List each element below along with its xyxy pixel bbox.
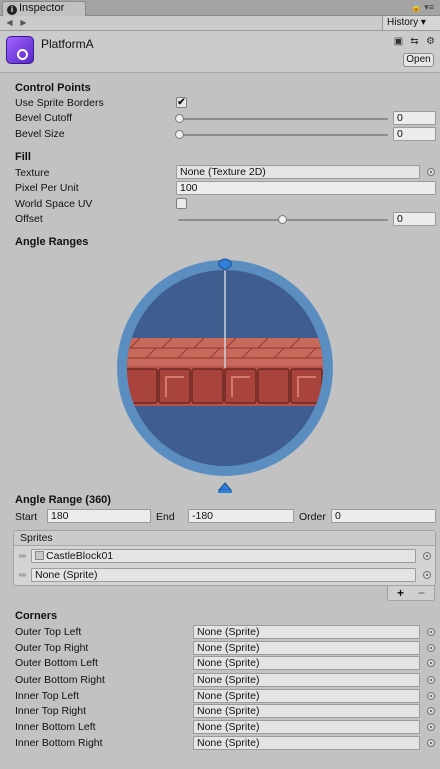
open-button[interactable]: Open bbox=[403, 53, 434, 67]
corner-object-field[interactable]: None (Sprite) bbox=[193, 656, 420, 670]
help-book-icon[interactable]: ▣ bbox=[393, 36, 404, 47]
sprites-list: Sprites ═ CastleBlock01 ═ None (Sprite) bbox=[13, 530, 436, 586]
fill-heading: Fill bbox=[15, 151, 31, 163]
sprite-object-field[interactable]: None (Sprite) bbox=[31, 568, 416, 582]
corner-label: Outer Top Left bbox=[15, 626, 82, 638]
settings-gear-icon[interactable]: ⚙ bbox=[425, 36, 436, 47]
corner-label: Outer Bottom Left bbox=[15, 657, 98, 669]
object-picker-icon[interactable] bbox=[427, 659, 435, 667]
sprite-object-field[interactable]: CastleBlock01 bbox=[31, 549, 416, 563]
preset-icon[interactable]: ⇆ bbox=[409, 36, 420, 47]
corner-object-field[interactable]: None (Sprite) bbox=[193, 720, 420, 734]
corner-label: Inner Top Left bbox=[15, 690, 80, 702]
use-sprite-borders-checkbox[interactable]: ✔ bbox=[176, 97, 187, 108]
end-field[interactable]: -180 bbox=[188, 509, 294, 523]
corner-object-field[interactable]: None (Sprite) bbox=[193, 689, 420, 703]
object-picker-icon[interactable] bbox=[427, 644, 435, 652]
tab-inspector[interactable]: i Inspector bbox=[2, 1, 86, 16]
window-menu-icon[interactable]: 🔒 ▾≡ bbox=[411, 2, 434, 13]
object-picker-icon[interactable] bbox=[427, 723, 435, 731]
offset-slider-thumb[interactable] bbox=[278, 215, 287, 224]
corner-object-field[interactable]: None (Sprite) bbox=[193, 625, 420, 639]
object-picker-icon[interactable] bbox=[427, 692, 435, 700]
corner-object-field[interactable]: None (Sprite) bbox=[193, 641, 420, 655]
start-field[interactable]: 180 bbox=[47, 509, 151, 523]
control-points-heading: Control Points bbox=[15, 82, 91, 94]
object-picker-icon[interactable] bbox=[427, 676, 435, 684]
object-picker-icon[interactable] bbox=[423, 571, 431, 579]
tab-inspector-label: Inspector bbox=[19, 2, 65, 14]
forward-button[interactable]: ▶ bbox=[17, 17, 30, 29]
bevel-size-slider-track[interactable] bbox=[178, 134, 388, 136]
bevel-cutoff-label: Bevel Cutoff bbox=[15, 112, 73, 124]
bevel-size-label: Bevel Size bbox=[15, 128, 65, 140]
bevel-size-field[interactable]: 0 bbox=[393, 127, 436, 141]
order-field[interactable]: 0 bbox=[331, 509, 436, 523]
remove-sprite-button[interactable]: − bbox=[418, 586, 425, 600]
add-sprite-button[interactable]: + bbox=[397, 586, 404, 600]
corner-label: Inner Bottom Left bbox=[15, 721, 96, 733]
object-picker-icon[interactable] bbox=[427, 168, 435, 176]
offset-field[interactable]: 0 bbox=[393, 212, 436, 226]
corner-label: Outer Top Right bbox=[15, 642, 89, 654]
end-label: End bbox=[156, 511, 175, 523]
drag-handle-icon[interactable]: ═ bbox=[19, 570, 26, 581]
bevel-cutoff-field[interactable]: 0 bbox=[393, 111, 436, 125]
back-button[interactable]: ◀ bbox=[3, 17, 16, 29]
world-space-uv-checkbox[interactable] bbox=[176, 198, 187, 209]
sprite-value: CastleBlock01 bbox=[46, 550, 114, 562]
drag-handle-icon[interactable]: ═ bbox=[19, 551, 26, 562]
bevel-cutoff-slider-track[interactable] bbox=[178, 118, 388, 120]
offset-label: Offset bbox=[15, 213, 43, 225]
object-picker-icon[interactable] bbox=[427, 707, 435, 715]
angle-range-editor[interactable] bbox=[110, 252, 340, 497]
texture-label: Texture bbox=[15, 167, 50, 179]
list-footer: + − bbox=[387, 586, 435, 601]
corner-label: Inner Bottom Right bbox=[15, 737, 103, 749]
pixel-per-unit-label: Pixel Per Unit bbox=[15, 182, 79, 194]
angle-range-heading: Angle Range (360) bbox=[15, 494, 111, 506]
object-picker-icon[interactable] bbox=[427, 628, 435, 636]
bevel-size-slider-thumb[interactable] bbox=[175, 130, 184, 139]
corner-object-field[interactable]: None (Sprite) bbox=[193, 704, 420, 718]
sprite-shape-profile-icon bbox=[6, 36, 34, 64]
range-end-handle-icon[interactable] bbox=[217, 482, 233, 491]
navigation-bar: ◀ ▶ History ▾ bbox=[0, 16, 440, 31]
corner-label: Inner Top Right bbox=[15, 705, 87, 717]
order-label: Order bbox=[299, 511, 326, 523]
inspector-tab-bar: i Inspector 🔒 ▾≡ bbox=[0, 0, 440, 16]
world-space-uv-label: World Space UV bbox=[15, 198, 93, 210]
corners-heading: Corners bbox=[15, 610, 58, 622]
asset-name: PlatformA bbox=[41, 37, 94, 51]
history-dropdown[interactable]: History ▾ bbox=[382, 16, 440, 30]
pixel-per-unit-field[interactable]: 100 bbox=[176, 181, 436, 195]
range-end-handle-base bbox=[218, 490, 232, 493]
use-sprite-borders-label: Use Sprite Borders bbox=[15, 97, 104, 109]
sprite-thumbnail-icon bbox=[35, 551, 44, 560]
sprites-list-header: Sprites bbox=[14, 531, 435, 546]
asset-header: PlatformA ▣ ⇆ ⚙ Open bbox=[0, 31, 440, 73]
corner-object-field[interactable]: None (Sprite) bbox=[193, 736, 420, 750]
object-picker-icon[interactable] bbox=[423, 552, 431, 560]
corner-object-field[interactable]: None (Sprite) bbox=[193, 673, 420, 687]
start-label: Start bbox=[15, 511, 38, 523]
bevel-cutoff-slider-thumb[interactable] bbox=[175, 114, 184, 123]
history-label: History bbox=[387, 17, 419, 28]
info-icon: i bbox=[7, 5, 17, 15]
object-picker-icon[interactable] bbox=[427, 739, 435, 747]
texture-object-field[interactable]: None (Texture 2D) bbox=[176, 165, 420, 179]
angle-ranges-heading: Angle Ranges bbox=[15, 236, 89, 248]
corner-label: Outer Bottom Right bbox=[15, 674, 105, 686]
